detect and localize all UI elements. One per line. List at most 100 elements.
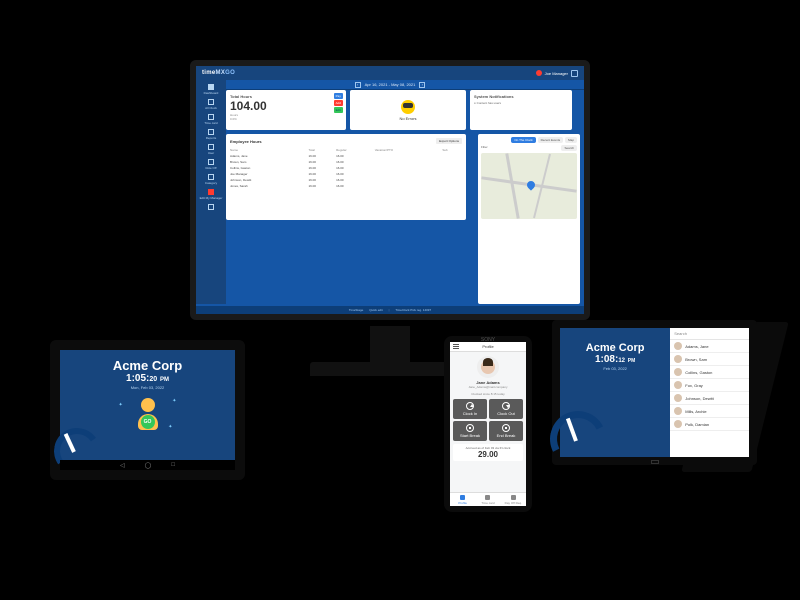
end-break-button[interactable]: End Break — [489, 421, 523, 441]
sidebar-item-allclock[interactable]: All Clock — [196, 99, 226, 110]
employee-row[interactable]: Mills, Archie — [670, 405, 749, 418]
next-range-button[interactable]: › — [419, 82, 425, 88]
card-icon — [208, 114, 214, 120]
dashboard-app: timeMXGO Joe Manager Dashboard All Clock… — [196, 66, 584, 314]
employee-hours-table: Name Total Regular Vacation/PTO Sub Adam… — [230, 147, 462, 189]
tablet-right: Acme Corp 1:08:12 PM Feb 03, 2022 Search… — [552, 320, 757, 465]
tab-on-the-clock[interactable]: On The Clock — [511, 137, 535, 143]
search-input[interactable]: Search — [670, 328, 749, 340]
grid-icon — [208, 84, 214, 90]
sidebar-item-dashboard[interactable]: Dashboard — [196, 84, 226, 95]
footer-bar: TimeStage Quick edit | TimeClock Pick re… — [196, 306, 584, 314]
avatar-icon — [674, 381, 682, 389]
user-icon — [208, 144, 214, 150]
prev-range-button[interactable]: ‹ — [355, 82, 361, 88]
export-button[interactable]: Export Options — [436, 138, 462, 144]
dashboard-body: Total Hours 104.00 Hours 0.0% Pay Add Ed… — [226, 90, 580, 304]
edit-icon — [208, 189, 214, 195]
nav-profile[interactable]: Profile — [450, 493, 475, 506]
company-name: Acme Corp — [586, 342, 645, 354]
map-pin-icon[interactable] — [525, 179, 536, 190]
windows-button-icon[interactable] — [651, 460, 659, 464]
sidebar-item-more[interactable] — [196, 204, 226, 210]
sidebar-item-timecard[interactable]: Time card — [196, 114, 226, 125]
employee-row[interactable]: Collins, Gaston — [670, 366, 749, 379]
company-name: Acme Corp — [113, 358, 182, 373]
avatar[interactable] — [477, 356, 499, 378]
tab-map[interactable]: Map — [565, 137, 577, 143]
employee-row[interactable]: Fox, Gray — [670, 379, 749, 392]
table-row[interactable]: Jones, Sarah16.0016.00 — [230, 183, 462, 189]
accrual-card: Accrued as of Feb 03 via IN clock 29.00 — [453, 444, 523, 461]
avatar-icon — [674, 394, 682, 402]
kiosk-app: Acme Corp 1:05:20 PM Mon, Feb 03, 2022 ✦… — [60, 350, 235, 470]
file-icon — [208, 129, 214, 135]
employee-row[interactable]: Polk, Damian — [670, 418, 749, 431]
go-avatar[interactable]: ✦ ✦ ✦ GO — [133, 398, 163, 434]
clock-icon — [208, 99, 214, 105]
total-hours-value: 104.00 — [230, 99, 342, 113]
sidebar: Dashboard All Clock Time card Reports Us… — [196, 80, 226, 304]
menu-icon[interactable] — [453, 344, 459, 349]
sidebar-item-editmanager[interactable]: Edit My Manager — [196, 189, 226, 200]
timecard-icon — [485, 495, 490, 500]
sidebar-item-roleoff[interactable]: Role Off — [196, 159, 226, 170]
employee-row[interactable]: Adams, Jane — [670, 340, 749, 353]
break-start-icon — [466, 424, 474, 432]
user-chip[interactable]: Joe Manager — [536, 70, 578, 77]
role-icon — [208, 159, 214, 165]
employee-row[interactable]: Brown, Sam — [670, 353, 749, 366]
date-range-text[interactable]: Apr 16, 2021 - May 08, 2021 — [365, 82, 416, 87]
nav-dayoff[interactable]: Day Off Req. — [501, 493, 526, 506]
sidebar-item-reports[interactable]: Reports — [196, 129, 226, 140]
date-display: Feb 03, 2022 — [603, 366, 627, 371]
employee-list-panel: Search Adams, Jane Brown, Sam Collins, G… — [670, 328, 749, 457]
employee-hours-card: Employee Hours Export Options Name Total… — [226, 134, 466, 220]
user-status: Clocked since 8:15 today — [450, 392, 526, 396]
pill-pay[interactable]: Pay — [334, 93, 343, 99]
recent-icon[interactable]: □ — [171, 462, 175, 468]
pill-edit[interactable]: Edit — [334, 107, 343, 113]
clock-display: 1:05:20 PM — [126, 373, 169, 384]
table-title: Employee Hours — [230, 139, 262, 144]
clock-out-icon — [502, 402, 510, 410]
android-nav: ◁ ◯ □ — [60, 460, 235, 470]
back-icon[interactable]: ◁ — [120, 462, 125, 469]
home-icon[interactable]: ◯ — [145, 462, 152, 469]
app-logo: timeMXGO — [202, 70, 235, 76]
tablet-left: Acme Corp 1:05:20 PM Mon, Feb 03, 2022 ✦… — [50, 340, 245, 480]
user-name: Joe Manager — [545, 71, 568, 76]
clock-out-button[interactable]: Clock Out — [489, 399, 523, 419]
sparkle-icon: ✦ — [172, 398, 176, 404]
mobile-app: Profile Jane Adams Jane_Adams@mail.compa… — [450, 342, 526, 506]
phone: SONY Profile Jane Adams Jane_Adams@mail.… — [444, 336, 532, 512]
gauge-icon — [550, 411, 606, 467]
card-title: System Notifications — [474, 94, 568, 99]
user-email: Jane_Adams@mail.company — [450, 385, 526, 389]
map-view[interactable] — [481, 153, 577, 219]
avatar-icon — [674, 355, 682, 363]
clock-in-button[interactable]: Clock In — [453, 399, 487, 419]
employee-row[interactable]: Johnson, Dewitt — [670, 392, 749, 405]
map-filter[interactable]: Filter — [481, 145, 488, 151]
break-end-icon — [502, 424, 510, 432]
pill-add[interactable]: Add — [334, 100, 343, 106]
sparkle-icon: ✦ — [119, 402, 123, 408]
date-display: Mon, Feb 03, 2022 — [131, 385, 165, 390]
mobile-topbar: Profile — [450, 342, 526, 352]
profile-icon — [460, 495, 465, 500]
accrual-value: 29.00 — [456, 450, 520, 459]
nav-timecard[interactable]: Time card — [475, 493, 500, 506]
avatar-icon — [674, 368, 682, 376]
sparkle-icon: ✦ — [168, 424, 172, 430]
avatar-head-icon — [141, 398, 155, 412]
map-search[interactable]: Search — [561, 145, 577, 151]
sidebar-item-user[interactable]: User — [196, 144, 226, 155]
notification-list: Content has users — [474, 101, 568, 105]
go-badge: GO — [141, 415, 155, 429]
sidebar-item-category[interactable]: Category — [196, 174, 226, 185]
tab-recent-events[interactable]: Recent Events — [538, 137, 564, 143]
date-range-bar: ‹ Apr 16, 2021 - May 08, 2021 › — [196, 80, 584, 90]
logout-icon[interactable] — [571, 70, 578, 77]
start-break-button[interactable]: Start Break — [453, 421, 487, 441]
